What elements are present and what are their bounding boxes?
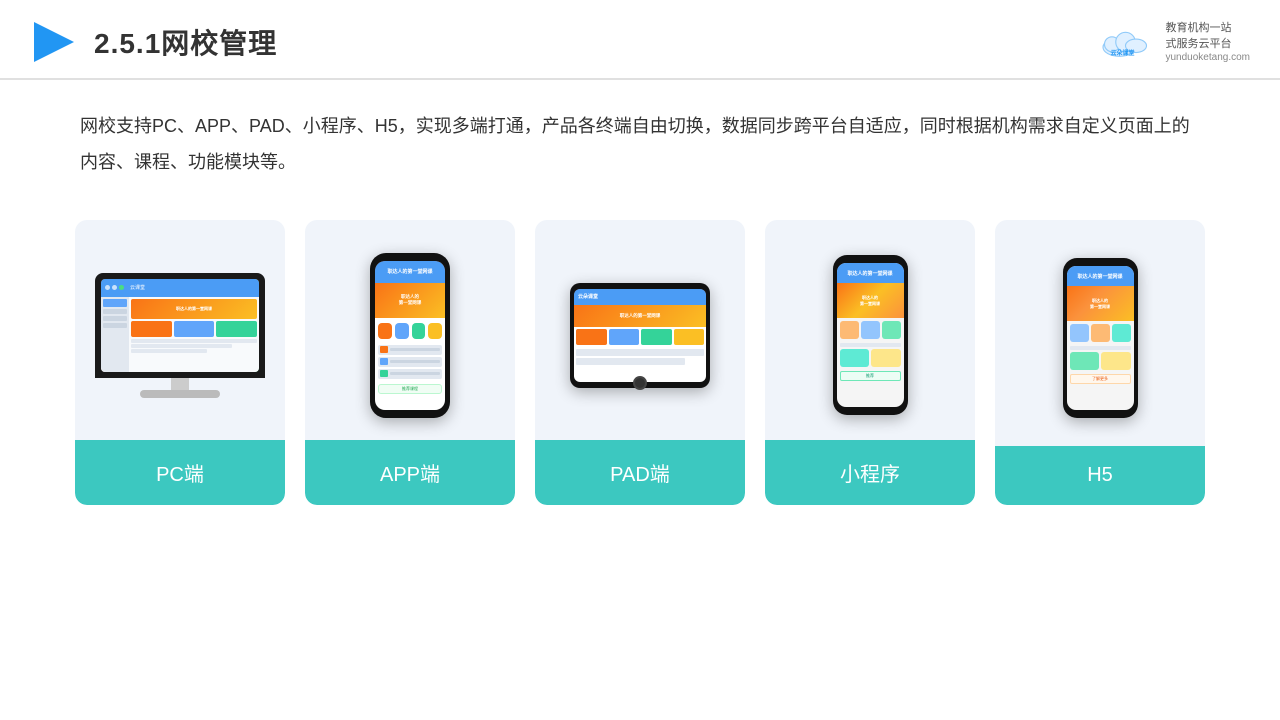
pad-image-area: 云朵课堂 职达人的第一堂网课 xyxy=(535,220,745,440)
logo-text-block: 教育机构一站 式服务云平台 yunduoketang.com xyxy=(1165,21,1250,63)
logo-area: 云朵课堂 教育机构一站 式服务云平台 yunduoketang.com xyxy=(1097,21,1250,63)
card-mini-label: 小程序 xyxy=(765,440,975,505)
page-header: 2.5.1网校管理 云朵课堂 教育机构一站 式服务云平台 yunduoketan… xyxy=(0,0,1280,80)
app-image-area: 职达人的第一堂网课 职达人的第一堂网课 xyxy=(305,220,515,440)
card-h5: 职达人的第一堂网课 职达人的第一堂网课 xyxy=(995,220,1205,505)
mini-phone-icon: 职达人的第一堂网课 职达人的第一堂网课 xyxy=(833,255,908,415)
app-phone-icon: 职达人的第一堂网课 职达人的第一堂网课 xyxy=(370,253,450,418)
mini-image-area: 职达人的第一堂网课 职达人的第一堂网课 xyxy=(765,220,975,440)
card-app-label: APP端 xyxy=(305,440,515,505)
cloud-logo-icon: 云朵课堂 xyxy=(1097,22,1157,62)
h5-phone-icon: 职达人的第一堂网课 职达人的第一堂网课 xyxy=(1063,258,1138,418)
card-pad: 云朵课堂 职达人的第一堂网课 xyxy=(535,220,745,505)
cards-container: 云课堂 xyxy=(0,190,1280,525)
description-text: 网校支持PC、APP、PAD、小程序、H5，实现多端打通，产品各终端自由切换，数… xyxy=(0,80,1280,190)
card-pc-label: PC端 xyxy=(75,440,285,505)
card-h5-label: H5 xyxy=(995,446,1205,505)
play-icon xyxy=(30,18,78,66)
description-paragraph: 网校支持PC、APP、PAD、小程序、H5，实现多端打通，产品各终端自由切换，数… xyxy=(80,108,1200,180)
card-app: 职达人的第一堂网课 职达人的第一堂网课 xyxy=(305,220,515,505)
header-left: 2.5.1网校管理 xyxy=(30,18,277,66)
h5-image-area: 职达人的第一堂网课 职达人的第一堂网课 xyxy=(995,220,1205,446)
pc-image-area: 云课堂 xyxy=(75,220,285,440)
pad-device-icon: 云朵课堂 职达人的第一堂网课 xyxy=(570,283,710,388)
logo-slogan: 教育机构一站 式服务云平台 xyxy=(1165,21,1250,52)
page-title: 2.5.1网校管理 xyxy=(94,22,277,62)
pc-monitor-icon: 云课堂 xyxy=(95,273,265,398)
card-pc: 云课堂 xyxy=(75,220,285,505)
card-pad-label: PAD端 xyxy=(535,440,745,505)
logo-url: yunduoketang.com xyxy=(1165,52,1250,63)
card-mini: 职达人的第一堂网课 职达人的第一堂网课 xyxy=(765,220,975,505)
